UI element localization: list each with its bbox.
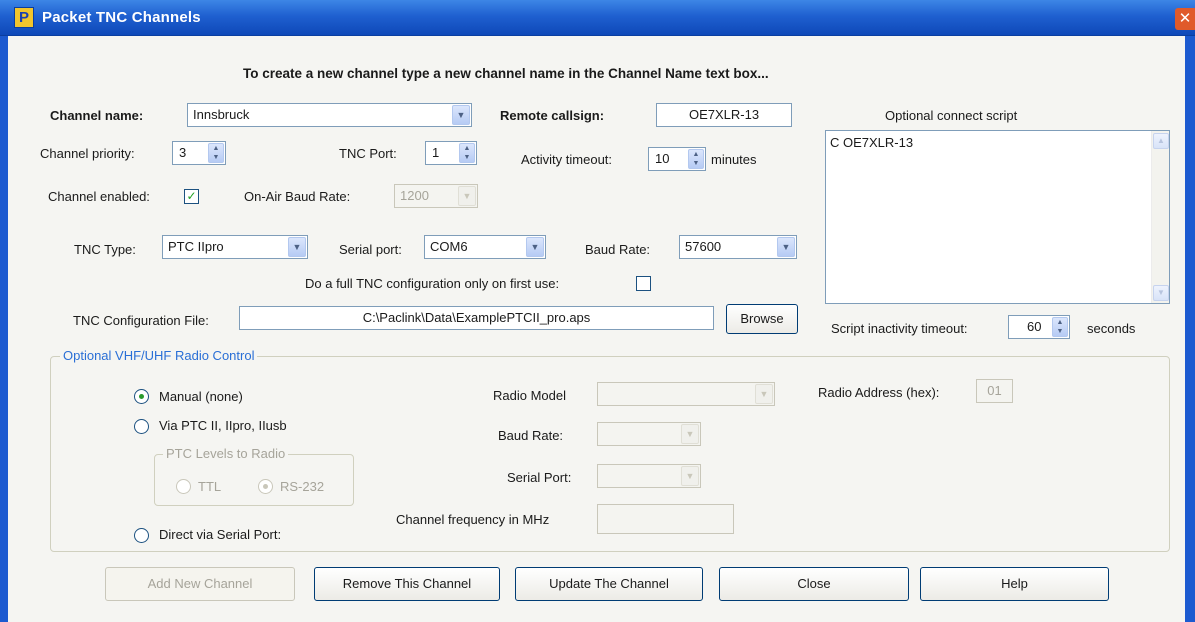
connect-script-content: C OE7XLR-13 [830,135,914,150]
radio-model-combo[interactable]: ▼ [597,382,775,406]
radio-address-label: Radio Address (hex): [818,385,940,400]
scroll-down-icon[interactable]: ▼ [1153,285,1169,301]
window-frame-left [0,36,8,622]
dialog-client-area: To create a new channel type a new chann… [8,36,1185,622]
browse-button[interactable]: Browse [726,304,798,334]
add-channel-button[interactable]: Add New Channel [105,567,295,601]
full-config-label: Do a full TNC configuration only on firs… [305,276,560,291]
radio-model-label: Radio Model [493,388,566,403]
connect-script-textarea[interactable]: C OE7XLR-13 [825,130,1170,304]
serial-port-label: Serial port: [339,242,402,257]
onair-baud-value: 1200 [400,188,429,203]
spin-arrows-icon[interactable]: ▲ ▼ [688,149,704,169]
rs232-radio[interactable] [258,479,273,494]
chevron-down-icon[interactable]: ▼ [526,237,544,257]
activity-timeout-label: Activity timeout: [521,152,613,167]
rs232-radio-label: RS-232 [280,479,325,494]
ptc-levels-group-label: PTC Levels to Radio [163,446,289,461]
script-inactivity-value: 60 [1027,319,1042,334]
tnc-type-combo[interactable]: PTC IIpro ▼ [162,235,308,259]
help-button[interactable]: Help [920,567,1109,601]
baud-rate-combo[interactable]: 57600 ▼ [679,235,797,259]
channel-name-combo[interactable]: Innsbruck ▼ [187,103,472,127]
chevron-down-icon[interactable]: ▼ [681,424,699,444]
radio-baud-label: Baud Rate: [498,428,564,443]
script-inactivity-unit: seconds [1087,321,1136,336]
via-ptc-radio[interactable] [134,419,149,434]
via-ptc-radio-label: Via PTC II, IIpro, IIusb [159,418,287,433]
channel-priority-value: 3 [179,145,187,160]
chevron-down-icon[interactable]: ▼ [452,105,470,125]
ttl-radio[interactable] [176,479,191,494]
remote-callsign-input[interactable]: OE7XLR-13 [656,103,792,127]
chevron-down-icon[interactable]: ▼ [458,186,476,206]
title-bar[interactable]: P Packet TNC Channels ✕ [0,0,1195,36]
channel-priority-label: Channel priority: [40,146,135,161]
onair-baud-combo[interactable]: 1200 ▼ [394,184,478,208]
serial-port-value: COM6 [430,239,468,254]
radio-serial-label: Serial Port: [507,470,572,485]
tnc-port-label: TNC Port: [339,146,397,161]
frequency-label: Channel frequency in MHz [396,512,550,527]
app-icon: P [14,7,34,28]
tnc-type-value: PTC IIpro [168,239,224,254]
script-inactivity-spinner[interactable]: 60 ▲ ▼ [1008,315,1070,339]
channel-priority-spinner[interactable]: 3 ▲ ▼ [172,141,226,165]
full-config-checkbox[interactable] [636,276,651,291]
spin-arrows-icon[interactable]: ▲ ▼ [1052,317,1068,337]
update-channel-button[interactable]: Update The Channel [515,567,703,601]
baud-rate-value: 57600 [685,239,722,254]
config-file-label: TNC Configuration File: [73,313,209,328]
onair-baud-label: On-Air Baud Rate: [244,189,351,204]
script-scrollbar[interactable]: ▲ ▼ [1151,131,1169,303]
radio-control-group-label: Optional VHF/UHF Radio Control [60,348,258,363]
remove-channel-button[interactable]: Remove This Channel [314,567,500,601]
spin-arrows-icon[interactable]: ▲ ▼ [208,143,224,163]
radio-serial-combo[interactable]: ▼ [597,464,701,488]
radio-address-input[interactable]: 01 [976,379,1013,403]
serial-port-combo[interactable]: COM6 ▼ [424,235,546,259]
activity-timeout-value: 10 [655,151,670,166]
scroll-up-icon[interactable]: ▲ [1153,133,1169,149]
manual-radio[interactable] [134,389,149,404]
chevron-down-icon[interactable]: ▼ [777,237,795,257]
activity-timeout-spinner[interactable]: 10 ▲ ▼ [648,147,706,171]
manual-radio-label: Manual (none) [159,389,243,404]
script-inactivity-label: Script inactivity timeout: [831,321,968,336]
config-file-input[interactable]: C:\Paclink\Data\ExamplePTCII_pro.aps [239,306,714,330]
channel-name-label: Channel name: [50,108,144,123]
ttl-radio-label: TTL [198,479,222,494]
close-window-button[interactable]: ✕ [1175,8,1195,30]
frequency-input[interactable] [597,504,734,534]
tnc-type-label: TNC Type: [74,242,136,257]
baud-rate-label: Baud Rate: [585,242,651,257]
channel-name-value: Innsbruck [193,107,250,122]
connect-script-label: Optional connect script [885,108,1018,123]
tnc-port-spinner[interactable]: 1 ▲ ▼ [425,141,477,165]
spin-arrows-icon[interactable]: ▲ ▼ [459,143,475,163]
close-button[interactable]: Close [719,567,909,601]
chevron-down-icon[interactable]: ▼ [681,466,699,486]
channel-enabled-checkbox[interactable]: ✓ [184,189,199,204]
activity-timeout-unit: minutes [711,152,757,167]
direct-serial-radio-label: Direct via Serial Port: [159,527,282,542]
direct-serial-radio[interactable] [134,528,149,543]
remote-callsign-label: Remote callsign: [500,108,605,123]
window-frame-right [1185,36,1195,622]
instruction-text: To create a new channel type a new chann… [243,66,769,81]
radio-baud-combo[interactable]: ▼ [597,422,701,446]
chevron-down-icon[interactable]: ▼ [288,237,306,257]
channel-enabled-label: Channel enabled: [48,189,150,204]
chevron-down-icon[interactable]: ▼ [755,384,773,404]
tnc-port-value: 1 [432,145,440,160]
window-title: Packet TNC Channels [42,9,201,26]
